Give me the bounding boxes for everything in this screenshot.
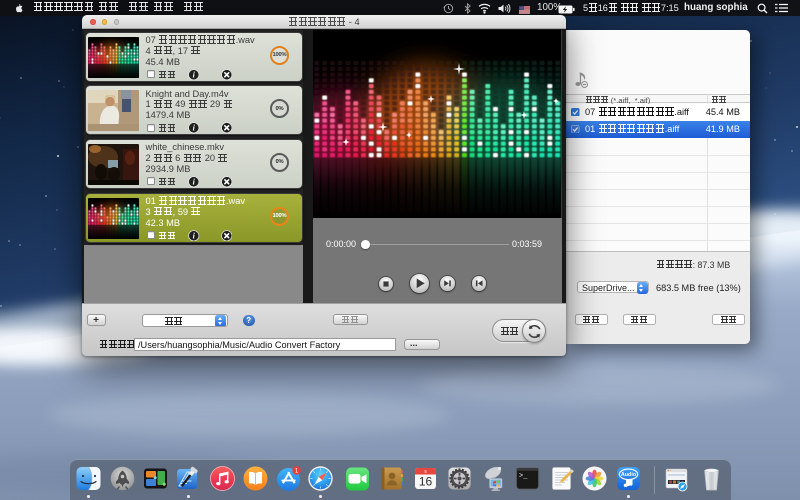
svg-text:>_: >_	[519, 472, 528, 480]
svg-text:16: 16	[418, 474, 432, 488]
svg-text:Audio: Audio	[621, 472, 637, 478]
